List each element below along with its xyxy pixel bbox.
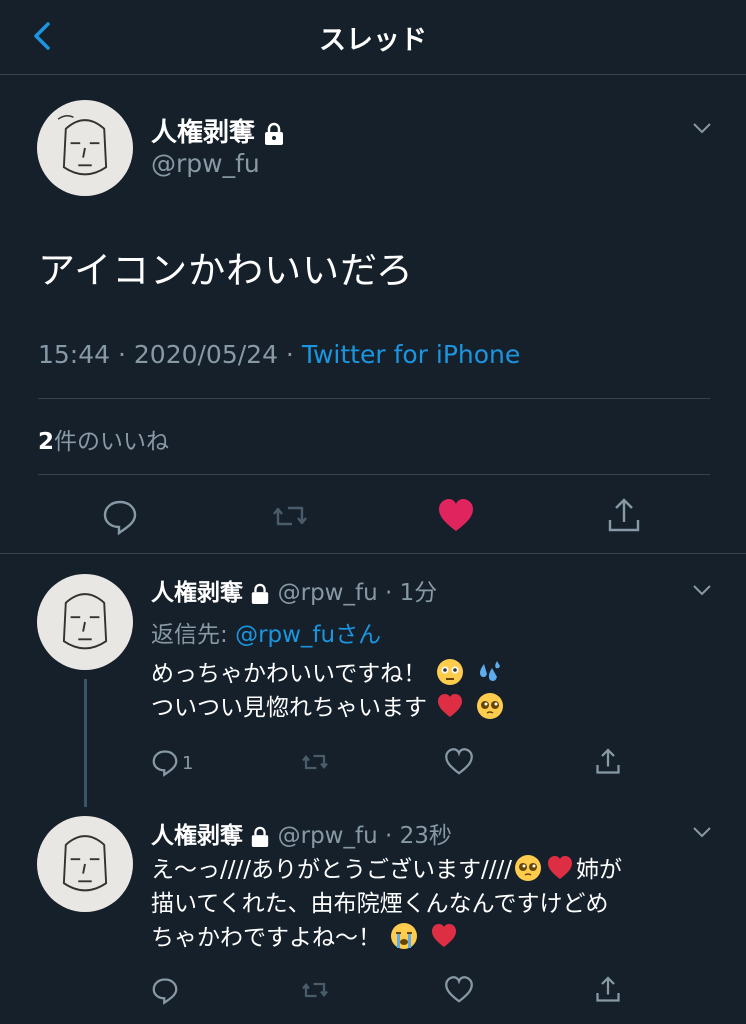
reply-count: 1: [182, 753, 194, 774]
red-heart-icon: [548, 856, 572, 879]
author-name[interactable]: 人権剥奪: [151, 112, 285, 149]
lock-icon: [252, 826, 269, 847]
red-heart-icon: [438, 694, 463, 717]
like-count-label: 件のいいね: [54, 429, 170, 455]
avatar[interactable]: [37, 100, 133, 196]
avatar[interactable]: [37, 816, 133, 912]
reply-line: 描いてくれた、由布院煙くんなんですけどめ: [151, 891, 609, 917]
reply-line: え〜っ////ありがとうございます////: [151, 857, 512, 883]
reply-icon[interactable]: [100, 496, 140, 536]
retweet-icon[interactable]: [300, 975, 330, 1005]
retweet-icon[interactable]: [300, 747, 330, 777]
reply-icon[interactable]: [150, 747, 180, 777]
chevron-down-icon[interactable]: [690, 116, 714, 140]
display-name: 人権剥奪: [151, 823, 243, 849]
reply-text: え〜っ////ありがとうございます//// 姉が 描いてくれた、由布院煙くんなんで…: [151, 853, 721, 955]
heart-icon[interactable]: [444, 747, 474, 777]
like-count-number: 2: [38, 429, 55, 455]
heart-icon[interactable]: [436, 496, 476, 536]
loudly-crying-face-icon: [391, 923, 418, 949]
top-bar: スレッド: [0, 0, 746, 75]
reply-line: ついつい見惚れちゃいます: [151, 695, 427, 721]
display-name: 人権剥奪: [151, 580, 243, 606]
red-heart-icon: [431, 924, 456, 947]
like-count[interactable]: 2件のいいね: [38, 422, 169, 456]
divider: [0, 553, 746, 554]
thread-line: [84, 679, 87, 807]
handle-time: @rpw_fu · 1分: [277, 580, 438, 606]
share-icon[interactable]: [593, 975, 623, 1005]
timestamp: 15:44 · 2020/05/24 ·: [38, 340, 302, 369]
reply-to: 返信先: @rpw_fuさん: [151, 615, 381, 649]
flushed-face-icon: [436, 659, 463, 685]
retweet-icon[interactable]: [270, 496, 310, 536]
reply-header[interactable]: 人権剥奪 @rpw_fu · 23秒: [151, 816, 452, 850]
page-title: スレッド: [319, 25, 427, 56]
pleading-face-icon: [515, 855, 541, 881]
divider: [38, 474, 710, 475]
sweat-droplets-icon: [479, 661, 500, 681]
reply-to-handle[interactable]: @rpw_fuさん: [235, 622, 381, 648]
divider: [38, 398, 710, 399]
display-name: 人権剥奪: [151, 118, 256, 148]
lock-icon: [252, 583, 269, 604]
source-link[interactable]: Twitter for iPhone: [302, 340, 520, 369]
reply-to-label: 返信先:: [151, 622, 236, 648]
lock-icon: [265, 122, 284, 145]
handle-time: @rpw_fu · 23秒: [277, 823, 452, 849]
tweet-text: アイコンかわいいだろ: [38, 249, 414, 292]
reply-text: めっちゃかわいいですね！ ついつい見惚れちゃいます: [151, 657, 721, 725]
reply-icon[interactable]: [150, 975, 180, 1005]
avatar[interactable]: [37, 574, 133, 670]
share-icon[interactable]: [604, 496, 644, 536]
reply-header[interactable]: 人権剥奪 @rpw_fu · 1分: [151, 573, 437, 607]
pleading-face-icon: [476, 693, 503, 719]
reply-line: めっちゃかわいいですね！: [151, 661, 427, 687]
chevron-down-icon[interactable]: [690, 578, 714, 602]
heart-icon[interactable]: [444, 975, 474, 1005]
handle[interactable]: @rpw_fu: [151, 149, 260, 178]
reply-line-tail: 姉が: [576, 857, 622, 883]
reply-line: ちゃかわですよね〜！: [151, 925, 381, 951]
chevron-down-icon[interactable]: [690, 820, 714, 844]
tweet-meta: 15:44 · 2020/05/24 · Twitter for iPhone: [38, 340, 520, 369]
share-icon[interactable]: [593, 747, 623, 777]
